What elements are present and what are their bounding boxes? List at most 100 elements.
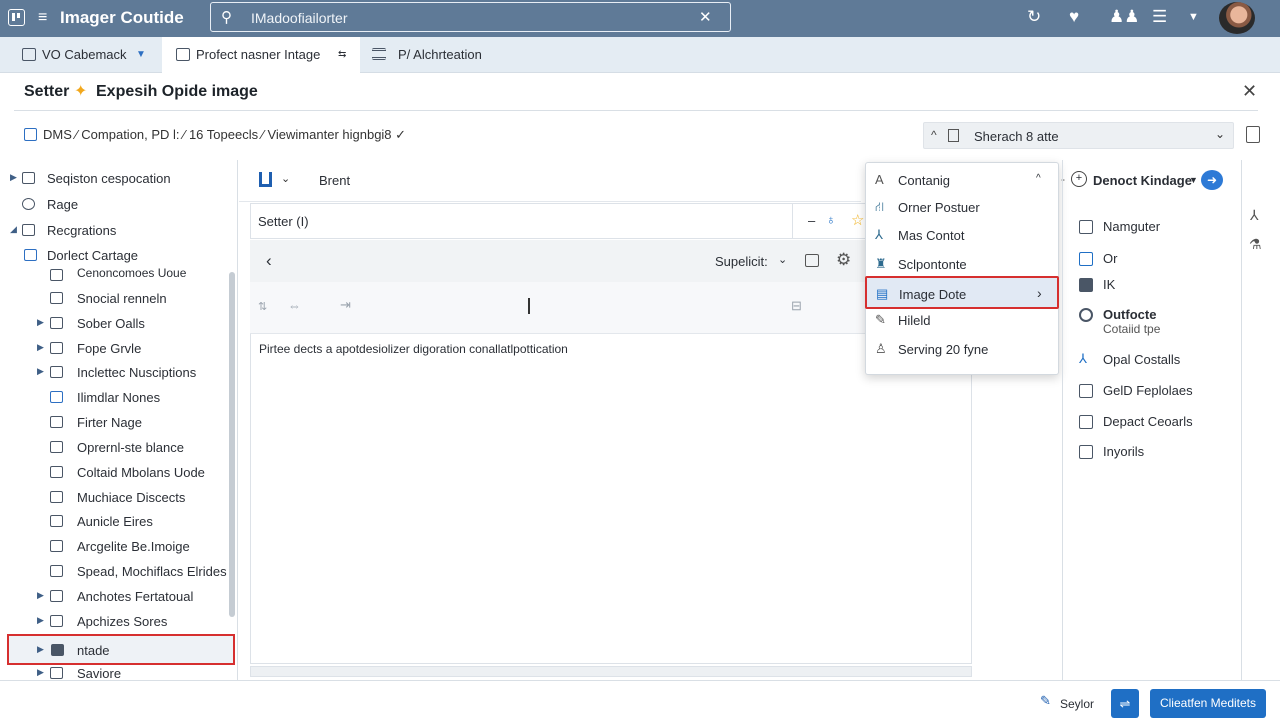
tree-item[interactable]: ▶ Inclettec Nusciptions <box>0 361 232 385</box>
users-icon[interactable]: ♟♟ <box>1109 7 1139 27</box>
text-icon: A <box>875 172 884 187</box>
tree-item[interactable]: Muchiace Discects <box>0 486 232 510</box>
tree-item[interactable]: ▶ Apchizes Sores <box>0 610 232 634</box>
user-icon: ♙ <box>875 341 887 356</box>
divider <box>14 110 1258 111</box>
close-icon[interactable]: ⇆ <box>338 37 346 73</box>
tree-item[interactable]: ▶ Anchotes Fertatoual <box>0 585 232 609</box>
tree-item-selected[interactable]: ▶ ntade <box>7 634 235 665</box>
indent-icon[interactable]: ⇥ <box>340 297 351 313</box>
chevron-down-icon[interactable]: ▼ <box>136 37 146 73</box>
checkbox-icon[interactable] <box>24 128 37 141</box>
text-cursor <box>528 298 530 314</box>
folder-icon <box>22 172 35 184</box>
gear-icon[interactable]: ⚙ <box>836 250 851 270</box>
tree-item[interactable]: Rage <box>0 193 232 217</box>
dropdown-item[interactable]: ⛙ Orner Postuer <box>866 193 1058 221</box>
expand-arrow-icon[interactable]: ▶ <box>10 172 17 183</box>
file-icon <box>50 391 63 403</box>
expand-arrow-icon[interactable]: ▶ <box>37 590 44 601</box>
format-row: ⇅ ⇔ ⇥ ⊟ <box>250 282 970 334</box>
avatar[interactable] <box>1219 2 1255 34</box>
flask-icon[interactable]: ⚗ <box>1249 236 1262 253</box>
tree-item[interactable]: Ilimdlar Nones <box>0 386 232 410</box>
tree-item[interactable]: ▶ Fope Grvle <box>0 337 232 361</box>
expand-arrow-icon[interactable]: ▶ <box>37 366 44 377</box>
edit-icon <box>1079 252 1093 266</box>
collapse-arrow-icon[interactable]: ◢ <box>10 224 17 235</box>
back-arrow-icon[interactable]: ‹ <box>266 251 272 271</box>
minus-icon[interactable]: – <box>808 213 815 228</box>
tree-item[interactable]: ▶ Saviore <box>0 665 232 680</box>
tree-item[interactable]: Coltaid Mbolans Uode <box>0 461 232 485</box>
expand-arrow-icon[interactable]: ▶ <box>37 644 44 655</box>
branch-icon: ⛙ <box>875 199 885 214</box>
file-icon <box>50 269 63 281</box>
file-icon <box>50 590 63 602</box>
tree-item[interactable]: Oprernl-ste blance <box>0 436 232 460</box>
tree-item[interactable]: ◢ Recgrations <box>0 219 232 243</box>
star-icon[interactable]: ☆ <box>851 211 864 229</box>
search-box[interactable]: ⚲ ✕ <box>210 2 731 32</box>
view-selector[interactable]: ^ Sherach 8 atte ⌄ <box>923 122 1234 149</box>
tab-cabemack[interactable]: VO Cabemack ▼ <box>22 37 162 73</box>
dropdown-item[interactable]: ✎ Hileld <box>866 306 1058 334</box>
tree-item[interactable]: ▶ Seqiston cespocation <box>0 167 232 191</box>
chevron-down-icon[interactable]: ⌄ <box>281 172 290 185</box>
expand-arrow-icon[interactable]: ▶ <box>37 317 44 328</box>
page-header: Setter ✦ Expesih Opide image ✕ <box>0 73 1280 111</box>
format-icon[interactable]: ⇅ <box>258 300 267 313</box>
fork-icon[interactable]: ⅄ <box>1250 207 1259 224</box>
list-icon[interactable]: ☰ <box>1152 7 1167 27</box>
chevron-right-icon: › <box>1037 285 1042 301</box>
dropdown-item[interactable]: ♙ Serving 20 fyne <box>866 335 1058 363</box>
dropdown-item-selected[interactable]: ▤ Image Dote › <box>865 276 1059 309</box>
collapse-icon[interactable]: ⊟ <box>791 298 802 314</box>
tab-alchrteation[interactable]: P/ Alchrteation <box>372 37 512 73</box>
file-icon <box>50 540 63 552</box>
editor-body[interactable]: Pirtee dects a apotdesiolizer digoration… <box>250 334 972 664</box>
chevron-down-icon[interactable]: ▼ <box>1188 11 1199 23</box>
chevron-down-icon[interactable]: ⌄ <box>778 253 787 266</box>
file-icon <box>50 317 63 329</box>
tree-scrollbar[interactable] <box>229 272 235 617</box>
dropdown-item[interactable]: A Contanig ^ <box>866 166 1058 194</box>
tree-item[interactable]: Snocial renneln <box>0 287 232 311</box>
expand-arrow-icon[interactable]: ▶ <box>37 667 44 678</box>
share-button[interactable]: ⇌ <box>1111 689 1139 718</box>
expand-arrow-icon[interactable]: ▶ <box>37 615 44 626</box>
tree-item[interactable]: Firter Nage <box>0 411 232 435</box>
tree-item[interactable]: Cenoncomoes Uoue <box>0 264 232 288</box>
tree-item[interactable]: Arcgelite Be.Imoige <box>0 535 232 559</box>
file-icon <box>1079 278 1093 292</box>
shield-icon[interactable]: ♥ <box>1069 7 1079 27</box>
file-icon <box>50 342 63 354</box>
swap-icon[interactable]: ⇔ <box>288 298 301 313</box>
tab-profect[interactable]: Profect nasner Intage ⇆ <box>162 37 360 73</box>
square-icon <box>1079 445 1093 459</box>
setter-tab[interactable]: Setter (I) <box>258 214 309 229</box>
tree-item[interactable]: ▶ Sober Oalls <box>0 312 232 336</box>
table-icon[interactable] <box>805 254 819 267</box>
file-icon <box>50 515 63 527</box>
search-input[interactable] <box>251 9 691 27</box>
share-icon[interactable]: ♁ <box>826 212 836 227</box>
page-icon[interactable] <box>1246 126 1260 143</box>
dropdown-item[interactable]: ♜ Sclpontonte <box>866 250 1058 278</box>
horizontal-scrollbar[interactable] <box>250 666 972 677</box>
expand-arrow-icon[interactable]: ▶ <box>37 342 44 353</box>
fork-icon: ⅄ <box>1079 351 1087 366</box>
square-icon <box>1079 220 1093 234</box>
primary-button[interactable]: Clieatfen Meditets <box>1150 689 1266 718</box>
footer: ✎ Seylor ⇌ Clieatfen Meditets <box>0 680 1280 720</box>
menu-icon[interactable]: ≡ <box>38 9 47 27</box>
save-icon[interactable] <box>259 172 272 187</box>
refresh-icon[interactable]: ↻ <box>1027 7 1041 27</box>
tree-item[interactable]: Spead, Mochiflacs Elrides <box>0 560 232 584</box>
close-icon[interactable]: ✕ <box>1242 81 1257 102</box>
clear-icon[interactable]: ✕ <box>699 8 712 26</box>
file-icon <box>50 292 63 304</box>
footer-link[interactable]: Seylor <box>1060 697 1094 711</box>
tree-item[interactable]: Aunicle Eires <box>0 510 232 534</box>
dropdown-item[interactable]: ⅄ Mas Contot <box>866 221 1058 249</box>
